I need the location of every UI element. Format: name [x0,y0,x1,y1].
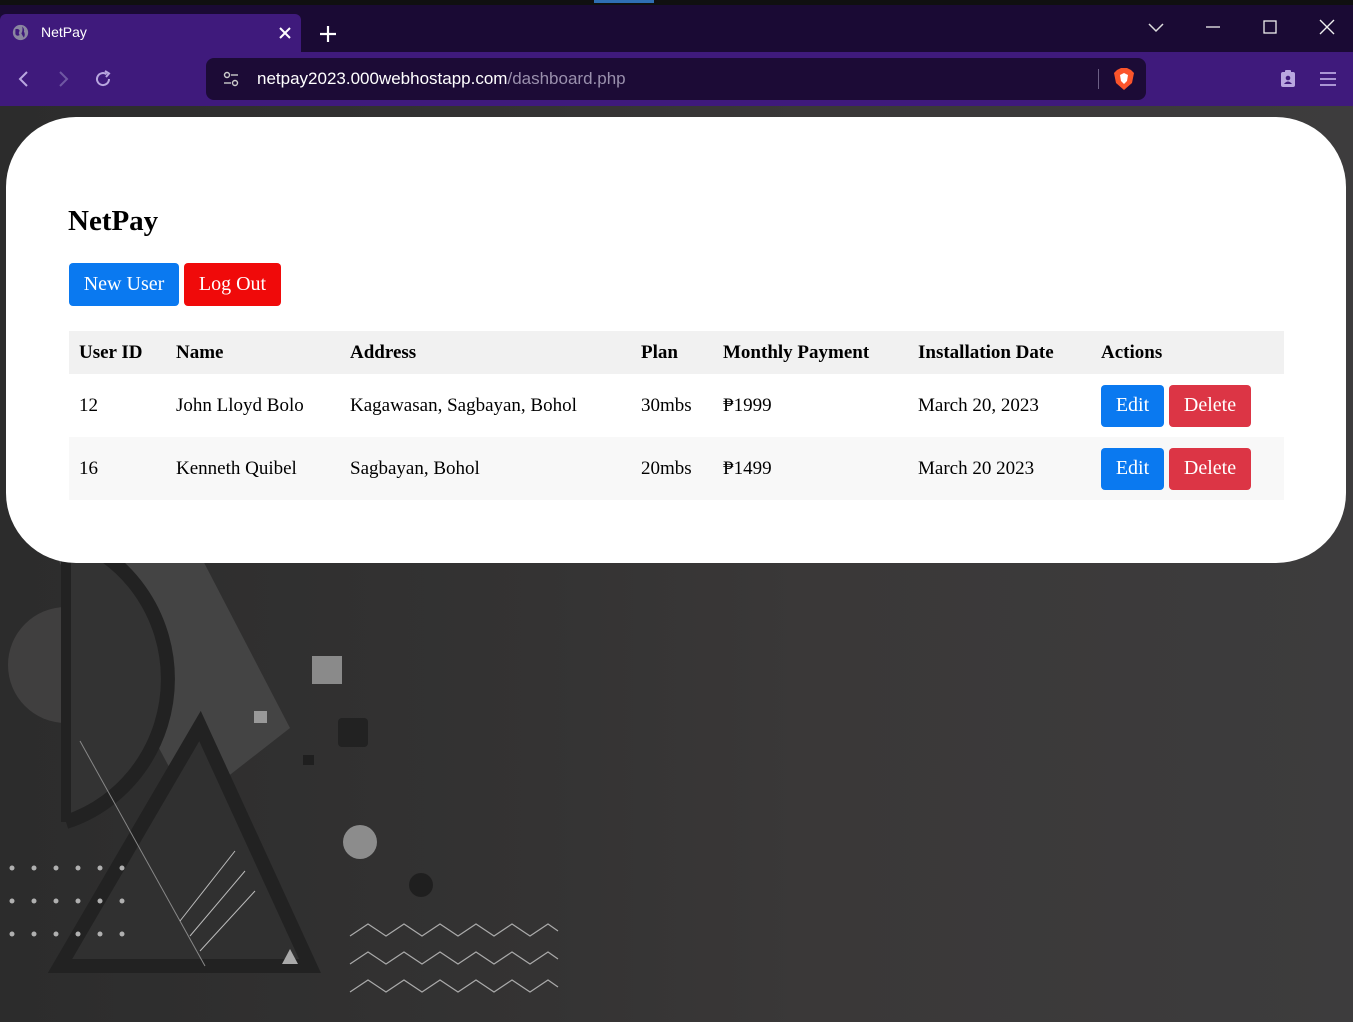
tab-search-chevron-icon[interactable] [1144,15,1168,39]
globe-icon [12,24,29,41]
header-address: Address [340,331,631,374]
header-monthly-payment: Monthly Payment [713,331,908,374]
header-user-id: User ID [69,331,166,374]
delete-button[interactable]: Delete [1169,384,1251,427]
cell-monthly-payment: ₱1999 [713,374,908,437]
taskbar-accent [594,0,654,3]
minimize-icon[interactable] [1201,15,1225,39]
edit-button[interactable]: Edit [1101,447,1164,490]
address-divider [1098,69,1099,89]
brave-shield-icon[interactable] [1113,67,1135,91]
page-title: NetPay [68,205,159,237]
close-tab-icon[interactable] [277,25,293,41]
cell-user-id: 12 [69,374,166,437]
tab-title: NetPay [41,24,87,40]
address-bar[interactable]: netpay2023.000webhostapp.com/dashboard.p… [206,58,1146,100]
cell-address: Sagbayan, Bohol [340,437,631,500]
forward-icon[interactable] [52,68,74,90]
url-path: /dashboard.php [507,69,626,88]
url-host: netpay2023.000webhostapp.com [257,69,508,88]
close-window-icon[interactable] [1315,15,1339,39]
edit-button[interactable]: Edit [1101,384,1164,427]
menu-icon[interactable] [1318,69,1338,89]
header-name: Name [166,331,340,374]
cell-address: Kagawasan, Sagbayan, Bohol [340,374,631,437]
new-user-button[interactable]: New User [69,263,179,306]
browser-toolbar: netpay2023.000webhostapp.com/dashboard.p… [0,52,1353,106]
delete-button[interactable]: Delete [1169,447,1251,490]
table-row: 12 John Lloyd Bolo Kagawasan, Sagbayan, … [69,374,1284,437]
cell-monthly-payment: ₱1499 [713,437,908,500]
cell-actions: Edit Delete [1091,437,1284,500]
header-plan: Plan [631,331,713,374]
log-out-button[interactable]: Log Out [184,263,281,306]
table-header-row: User ID Name Address Plan Monthly Paymen… [69,331,1284,374]
back-icon[interactable] [13,68,35,90]
cell-user-id: 16 [69,437,166,500]
maximize-icon[interactable] [1258,15,1282,39]
cell-name: Kenneth Quibel [166,437,340,500]
new-tab-icon[interactable] [318,24,338,44]
cell-actions: Edit Delete [1091,374,1284,437]
url-text: netpay2023.000webhostapp.com/dashboard.p… [257,69,626,89]
cell-name: John Lloyd Bolo [166,374,340,437]
tab-strip: NetPay [0,5,1353,53]
table-row: 16 Kenneth Quibel Sagbayan, Bohol 20mbs … [69,437,1284,500]
reload-icon[interactable] [92,68,114,90]
header-actions: Actions [1091,331,1284,374]
dashboard-card: NetPay New User Log Out User ID Name Add… [6,117,1346,563]
browser-tab[interactable]: NetPay [0,14,301,53]
cell-plan: 30mbs [631,374,713,437]
wallet-icon[interactable] [1278,69,1298,89]
cell-installation-date: March 20 2023 [908,437,1091,500]
cell-plan: 20mbs [631,437,713,500]
site-settings-icon[interactable] [222,70,240,88]
users-table: User ID Name Address Plan Monthly Paymen… [69,331,1284,500]
cell-installation-date: March 20, 2023 [908,374,1091,437]
header-installation-date: Installation Date [908,331,1091,374]
